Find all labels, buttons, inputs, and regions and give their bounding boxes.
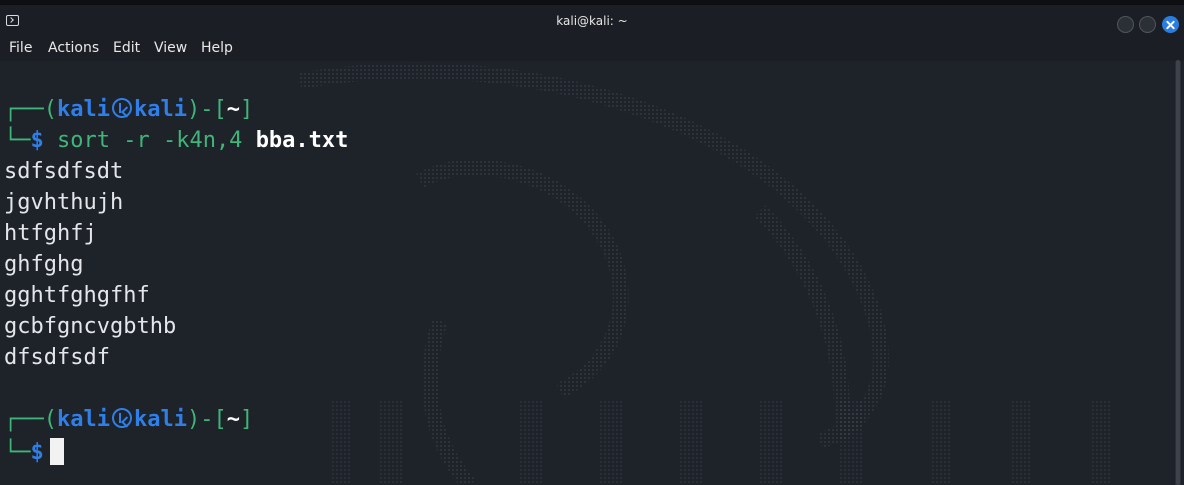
prompt-dollar: $ — [30, 128, 44, 153]
menu-actions[interactable]: Actions — [48, 40, 99, 56]
prompt-corner-bottom: └─ — [4, 128, 31, 153]
prompt-line-1: ┌──(kali kali)-[~] — [4, 97, 253, 123]
output-line: sdfsdfsdt — [4, 159, 124, 184]
output-line: ghfghg — [4, 252, 84, 277]
maximize-button[interactable] — [1139, 16, 1156, 33]
command-line-2[interactable]: └─$ — [4, 438, 64, 466]
window-title: kali@kali: ~ — [556, 14, 628, 28]
menu-file[interactable]: File — [9, 40, 32, 56]
prompt-user: kali — [56, 407, 110, 432]
prompt-line-2: ┌──(kali kali)-[~] — [4, 407, 253, 433]
output-line: jgvhthujh — [4, 190, 124, 215]
minimize-button[interactable] — [1117, 16, 1134, 33]
command-argument: bba.txt — [255, 128, 349, 153]
terminal-area[interactable]: ┌──(kali kali)-[~] └─$ sort -r -k4n,4 bba… — [0, 61, 1184, 485]
prompt-dir: ~ — [226, 97, 240, 122]
prompt-host: kali — [133, 407, 187, 432]
prompt-separator: )-[ — [186, 407, 227, 432]
output-line: gcbfgncvgbthb — [4, 314, 177, 339]
prompt-dollar: $ — [30, 440, 44, 465]
output-line: dfsdfsdf — [4, 345, 110, 370]
prompt-separator: )-[ — [186, 97, 227, 122]
text-cursor[interactable] — [49, 438, 64, 465]
prompt-dir: ~ — [226, 407, 240, 432]
command-text: sort -r -k4n,4 — [57, 128, 256, 153]
command-line-1: └─$ sort -r -k4n,4 bba.txt — [4, 128, 348, 154]
kali-dragon-icon — [111, 408, 132, 428]
menu-bar: File Actions Edit View Help — [0, 35, 1184, 61]
kali-dragon-icon — [111, 98, 132, 118]
prompt-user: kali — [56, 97, 110, 122]
prompt-corner-top: ┌──( — [4, 97, 57, 122]
prompt-host: kali — [133, 97, 187, 122]
output-line: htfghfj — [4, 221, 97, 246]
menu-edit[interactable]: Edit — [113, 40, 140, 56]
scrollbar-thumb[interactable] — [1176, 60, 1180, 485]
close-button[interactable] — [1162, 16, 1179, 33]
prompt-close: ] — [239, 97, 254, 122]
menu-help[interactable]: Help — [201, 40, 233, 56]
prompt-corner-bottom: └─ — [4, 440, 31, 465]
prompt-close: ] — [239, 407, 254, 432]
menu-view[interactable]: View — [154, 40, 187, 56]
title-bar: kali@kali: ~ — [0, 0, 1184, 35]
prompt-corner-top: ┌──( — [4, 407, 57, 432]
output-line: gghtfghgfhf — [4, 283, 150, 308]
